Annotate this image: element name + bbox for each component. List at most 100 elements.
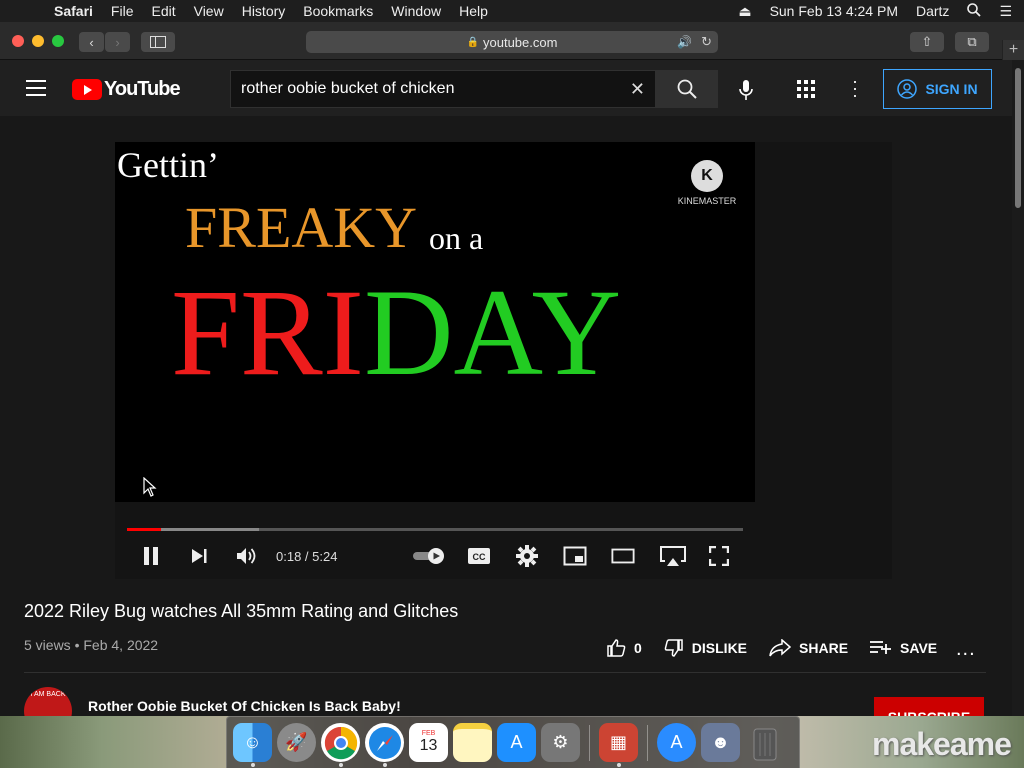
calendar-icon[interactable]: FEB 13: [409, 723, 448, 762]
scrollbar-thumb[interactable]: [1015, 68, 1021, 208]
theater-mode-icon[interactable]: [611, 544, 635, 568]
more-actions-icon[interactable]: ...: [956, 638, 976, 661]
calendar-month: FEB: [421, 730, 436, 737]
playlist-add-icon: [870, 641, 892, 654]
search-input[interactable]: rother oobie bucket of chicken ✕: [230, 70, 656, 108]
dislike-label: DISLIKE: [691, 640, 748, 656]
address-text: youtube.com: [483, 34, 558, 50]
photo-booth-icon[interactable]: ▦: [599, 723, 638, 767]
makeameme-watermark: makeame: [872, 726, 1012, 762]
video-text-gettin: Gettin’: [117, 145, 219, 185]
miniplayer-icon[interactable]: [563, 544, 587, 568]
save-label: SAVE: [900, 640, 938, 656]
apps-grid-icon[interactable]: [797, 80, 815, 103]
eject-icon[interactable]: ⏏: [738, 3, 751, 20]
control-center-icon[interactable]: ☰: [999, 3, 1012, 20]
minimize-window-button[interactable]: [32, 35, 44, 47]
spotlight-icon[interactable]: [967, 2, 982, 20]
youtube-page: YouTube rother oobie bucket of chicken ✕…: [0, 60, 1012, 716]
notes-icon[interactable]: [453, 723, 492, 762]
dock: ☺ 🚀 FEB 13 A ⚙ ▦ A ☻: [226, 716, 800, 768]
search-query: rother oobie bucket of chicken: [241, 80, 455, 97]
sign-in-label: SIGN IN: [925, 81, 978, 97]
launchpad-icon[interactable]: 🚀: [277, 723, 316, 762]
channel-avatar-text: I AM BACK: [30, 691, 66, 698]
finder-icon[interactable]: ☺: [233, 723, 272, 767]
video-text-on-a: on a: [429, 220, 484, 256]
pause-icon[interactable]: [139, 544, 163, 568]
menu-edit[interactable]: Edit: [151, 3, 175, 19]
next-icon[interactable]: [187, 544, 211, 568]
youtube-logo[interactable]: YouTube: [72, 78, 181, 101]
menu-window[interactable]: Window: [391, 3, 441, 19]
channel-name[interactable]: Rother Oobie Bucket Of Chicken Is Back B…: [88, 698, 401, 714]
reload-icon[interactable]: ↻: [701, 34, 712, 50]
menu-help[interactable]: Help: [459, 3, 488, 19]
save-button[interactable]: SAVE: [870, 640, 937, 656]
airplay-icon[interactable]: [659, 544, 687, 568]
video-frame[interactable]: Gettin’ FREAKY on a FRIDAY K KINEMASTER: [115, 142, 755, 502]
sidebar-toggle-icon[interactable]: [141, 32, 175, 52]
settings-gear-icon[interactable]: [515, 544, 539, 568]
app-store-icon[interactable]: A: [497, 723, 536, 762]
safari-toolbar: ‹ › 🔒 youtube.com 🔊 ↻ ⇧ ⧉ +: [0, 22, 1024, 60]
close-window-button[interactable]: [12, 35, 24, 47]
page-scrollbar[interactable]: [1012, 60, 1024, 716]
speaker-icon[interactable]: 🔊: [677, 35, 692, 49]
clock[interactable]: Sun Feb 13 4:24 PM: [770, 3, 898, 19]
menu-view[interactable]: View: [194, 3, 224, 19]
forward-button[interactable]: ›: [105, 32, 130, 52]
app-store-downloads-icon[interactable]: A: [657, 723, 696, 762]
youtube-header: YouTube rother oobie bucket of chicken ✕…: [0, 60, 1012, 116]
youtube-wordmark: YouTube: [104, 78, 181, 100]
running-indicator: [251, 763, 255, 767]
safari-icon[interactable]: [365, 723, 404, 767]
player-controls: 0:18 / 5:24 CC: [115, 540, 755, 572]
address-bar[interactable]: 🔒 youtube.com 🔊 ↻: [306, 31, 718, 53]
window-controls: [12, 35, 64, 47]
system-preferences-icon[interactable]: ⚙: [541, 723, 580, 762]
search-button[interactable]: [656, 70, 718, 108]
running-indicator: [617, 763, 621, 767]
video-text-freaky: FREAKY: [185, 195, 418, 260]
divider: [24, 672, 986, 673]
like-button[interactable]: 0: [606, 638, 642, 658]
account-icon: [897, 79, 918, 99]
tabs-overview-icon[interactable]: ⧉: [955, 32, 989, 52]
user-folder-icon[interactable]: ☻: [701, 723, 740, 762]
clear-search-icon[interactable]: ✕: [630, 79, 645, 100]
share-button[interactable]: SHARE: [769, 639, 848, 657]
lock-icon: 🔒: [466, 36, 479, 48]
sign-in-button[interactable]: SIGN IN: [883, 69, 992, 109]
new-tab-icon[interactable]: +: [1002, 40, 1024, 60]
played-bar: [127, 528, 161, 531]
microphone-icon: [739, 80, 753, 100]
menu-history[interactable]: History: [242, 3, 286, 19]
chrome-icon[interactable]: [321, 723, 360, 767]
menu-icon[interactable]: [26, 80, 46, 96]
progress-bar[interactable]: [127, 528, 743, 531]
settings-more-icon[interactable]: · · ·: [848, 72, 862, 104]
user-name[interactable]: Dartz: [916, 3, 949, 19]
fullscreen-icon[interactable]: [707, 544, 731, 568]
menu-file[interactable]: File: [111, 3, 134, 19]
menu-safari[interactable]: Safari: [54, 3, 93, 19]
volume-icon[interactable]: [234, 544, 258, 568]
video-player[interactable]: Gettin’ FREAKY on a FRIDAY K KINEMASTER: [115, 142, 892, 579]
video-title: 2022 Riley Bug watches All 35mm Rating a…: [24, 601, 459, 621]
running-indicator: [339, 763, 343, 767]
autoplay-toggle[interactable]: [411, 544, 447, 568]
zoom-window-button[interactable]: [52, 35, 64, 47]
kinemaster-watermark: K KINEMASTER: [677, 160, 737, 206]
video-meta: 5 views • Feb 4, 2022: [24, 637, 159, 653]
menu-bookmarks[interactable]: Bookmarks: [303, 3, 373, 19]
subscribe-button[interactable]: SUBSCRIBE: [874, 697, 984, 716]
voice-search-button[interactable]: [730, 74, 762, 106]
trash-icon[interactable]: [745, 723, 784, 762]
running-indicator: [383, 763, 387, 767]
channel-avatar[interactable]: I AM BACK: [24, 687, 72, 716]
captions-icon[interactable]: CC: [467, 544, 491, 568]
dislike-button[interactable]: DISLIKE: [664, 638, 747, 658]
share-icon[interactable]: ⇧: [910, 32, 944, 52]
back-button[interactable]: ‹: [79, 32, 104, 52]
